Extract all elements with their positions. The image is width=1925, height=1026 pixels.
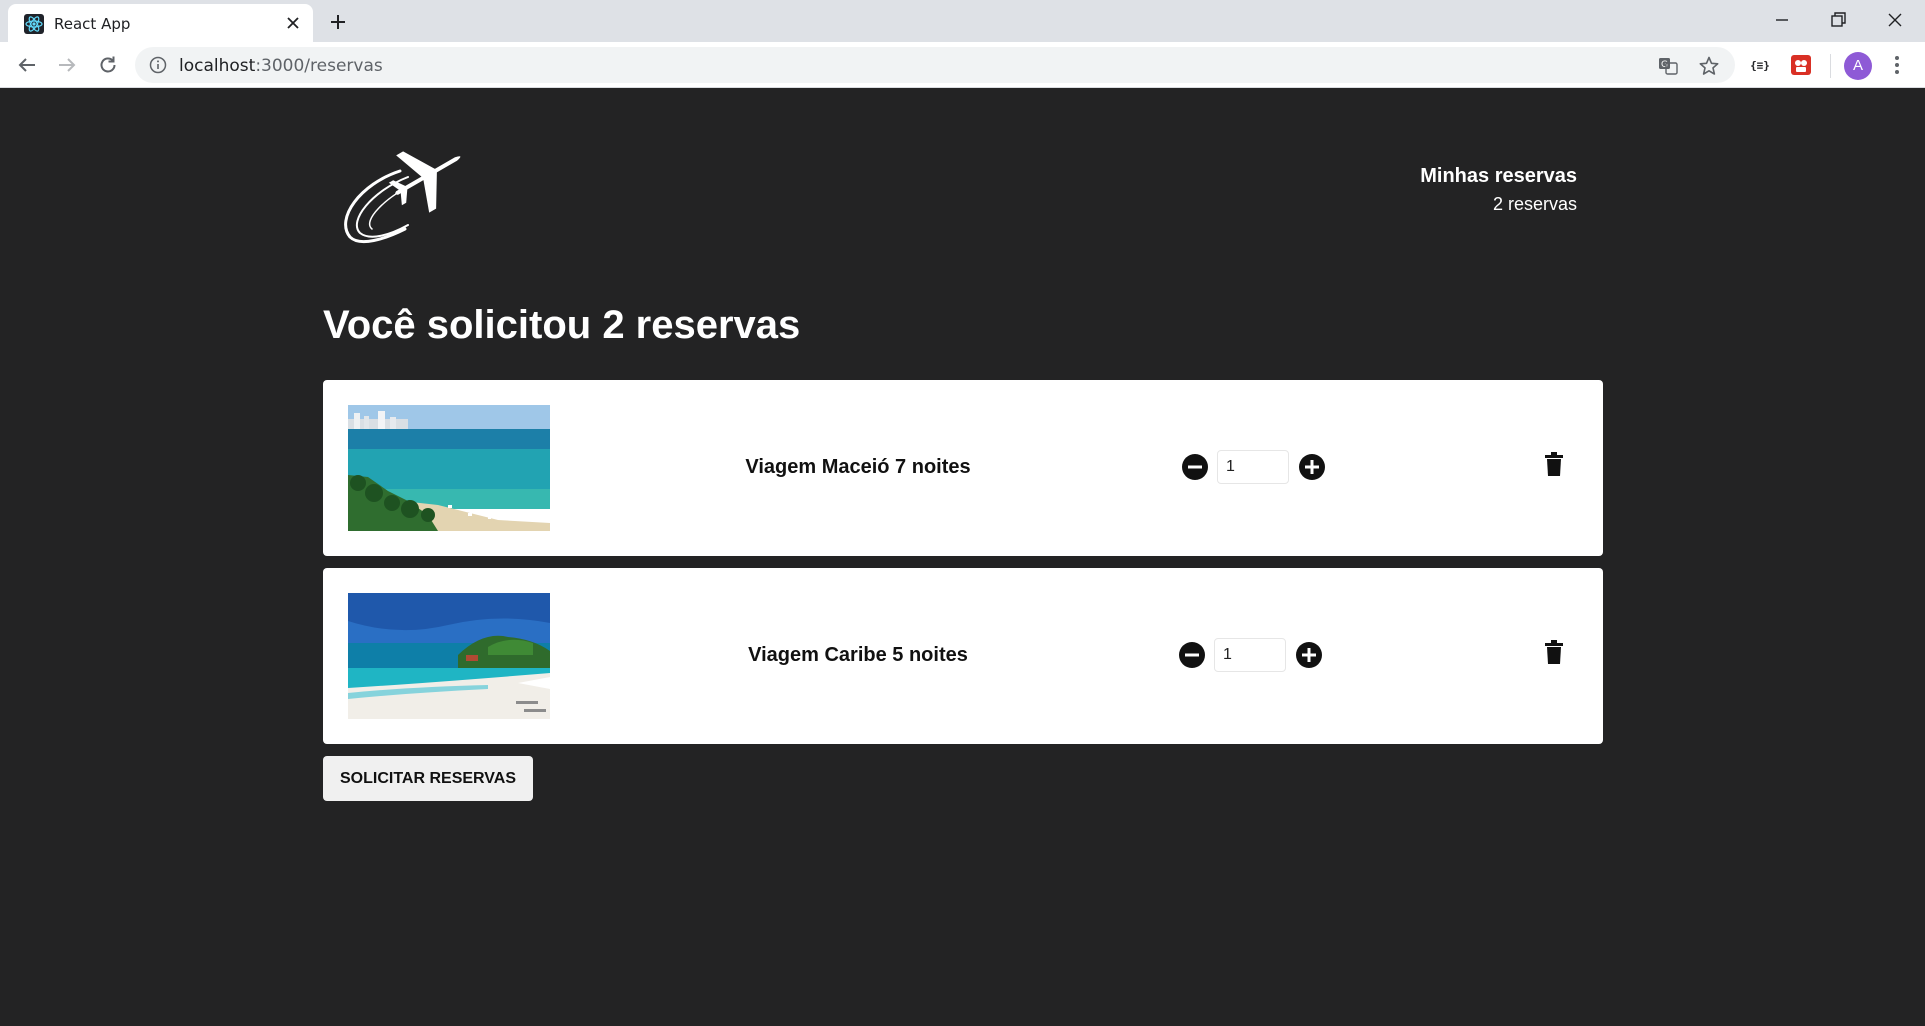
react-logo-icon — [24, 14, 44, 34]
browser-toolbar: localhost:3000/reservas G {≡} A — [0, 42, 1925, 88]
close-icon[interactable] — [283, 13, 303, 33]
plus-circle-icon[interactable] — [1295, 641, 1323, 669]
plus-circle-icon[interactable] — [1298, 453, 1326, 481]
new-tab-icon[interactable] — [326, 10, 350, 34]
url-path: :3000/reservas — [255, 56, 383, 76]
restore-icon[interactable] — [1826, 8, 1850, 32]
forward-arrow-icon[interactable] — [55, 53, 79, 77]
menu-dots-icon[interactable] — [1885, 53, 1909, 77]
submit-reservations-button[interactable]: SOLICITAR RESERVAS — [323, 756, 533, 801]
json-formatter-extension-icon[interactable]: {≡} — [1748, 53, 1772, 77]
caribe-beach-image — [348, 593, 550, 719]
minimize-icon[interactable] — [1770, 8, 1794, 32]
back-arrow-icon[interactable] — [15, 53, 39, 77]
url-host: localhost — [179, 56, 256, 76]
translate-icon[interactable]: G — [1657, 55, 1679, 77]
quantity-input[interactable] — [1214, 638, 1286, 672]
browser-tab[interactable]: React App — [8, 4, 313, 42]
svg-text:G: G — [1661, 60, 1668, 70]
info-icon[interactable] — [149, 56, 167, 74]
window-close-icon[interactable] — [1883, 8, 1907, 32]
my-reservations-link[interactable]: Minhas reservas 2 reservas — [1420, 165, 1577, 215]
page-viewport: Minhas reservas 2 reservas Você solicito… — [0, 89, 1925, 1026]
browser-tabstrip: React App — [0, 0, 1925, 42]
reload-icon[interactable] — [96, 53, 120, 77]
my-reservations-title: Minhas reservas — [1420, 165, 1577, 187]
toolbar-separator — [1830, 54, 1831, 78]
svg-text:{≡}: {≡} — [1750, 59, 1770, 72]
quantity-input[interactable] — [1217, 450, 1289, 484]
extension-icon[interactable] — [1789, 53, 1813, 77]
reservation-name: Viagem Maceió 7 noites — [745, 456, 971, 478]
maceio-beach-image — [348, 405, 550, 531]
minus-circle-icon[interactable] — [1181, 453, 1209, 481]
page-title: Você solicitou 2 reservas — [323, 303, 801, 347]
minus-circle-icon[interactable] — [1178, 641, 1206, 669]
airplane-logo-icon[interactable] — [330, 129, 480, 249]
reservation-card: Viagem Caribe 5 noites — [323, 568, 1603, 744]
bookmark-star-icon[interactable] — [1698, 55, 1720, 77]
trash-icon[interactable] — [1545, 640, 1563, 664]
reservation-card: Viagem Maceió 7 noites — [323, 380, 1603, 556]
address-bar[interactable]: localhost:3000/reservas G — [135, 47, 1735, 83]
tab-title: React App — [54, 15, 131, 33]
profile-avatar[interactable]: A — [1844, 52, 1872, 80]
trash-icon[interactable] — [1545, 452, 1563, 476]
reservations-count: 2 reservas — [1492, 194, 1577, 214]
reservation-name: Viagem Caribe 5 noites — [748, 644, 968, 666]
url-text: localhost:3000/reservas — [179, 56, 383, 76]
